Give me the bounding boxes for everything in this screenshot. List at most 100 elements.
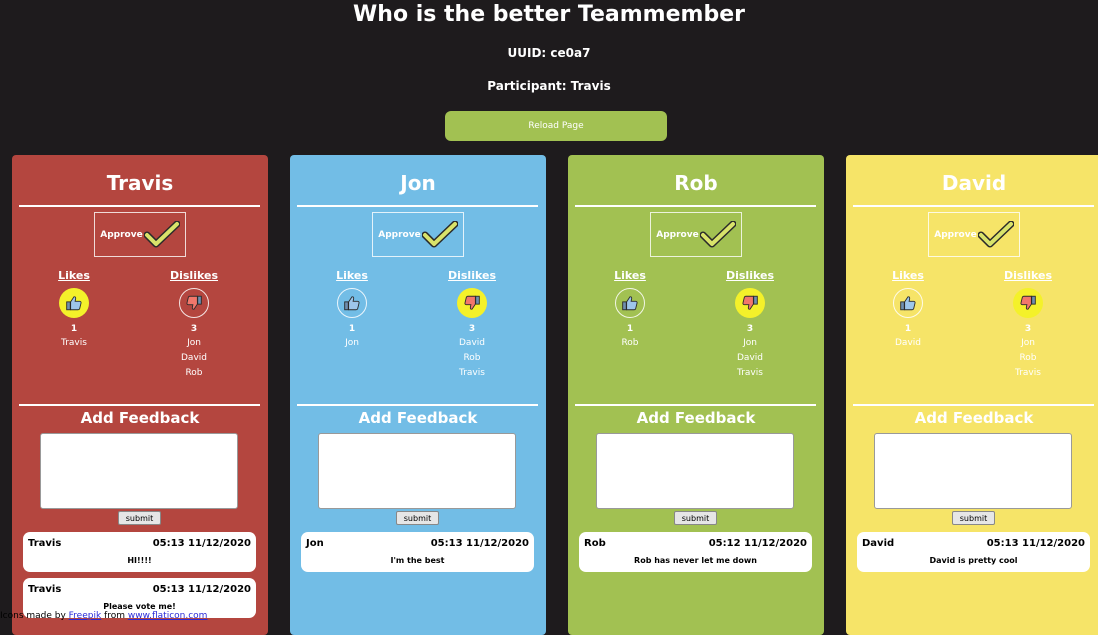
like-button[interactable] [59, 288, 89, 318]
feedback-message: HI!!!! [127, 556, 152, 565]
likes-count: 1 [626, 324, 634, 334]
disliker-name: Jon [743, 338, 757, 348]
check-icon [421, 220, 458, 247]
participant-label: Participant: Travis [487, 79, 611, 93]
like-button[interactable] [337, 288, 367, 318]
approve-button[interactable]: Approve [928, 212, 1020, 257]
dislike-button[interactable] [179, 288, 209, 318]
likes-count: 1 [904, 324, 912, 334]
dislike-button[interactable] [457, 288, 487, 318]
thumbs-up-icon [344, 296, 360, 311]
feedback-author: Jon [306, 538, 324, 549]
feedback-input[interactable] [596, 433, 794, 509]
divider [19, 205, 260, 207]
disliker-name: David [181, 353, 207, 363]
feedback-item: Rob 05:12 11/12/2020 Rob has never let me … [579, 532, 812, 572]
disliker-name: Jon [1021, 338, 1035, 348]
approve-button[interactable]: Approve [94, 212, 186, 257]
approve-label: Approve [100, 229, 143, 240]
disliker-name: Rob [185, 368, 203, 378]
dislikes-heading: Dislikes [447, 269, 497, 282]
member-card-david: David Approve Likes 1 David Dislikes 3 Jon Rob Tr… [846, 155, 1098, 635]
dislikes-count: 3 [746, 324, 754, 334]
dislikes-column: Dislikes 3 Jon Rob Travis [988, 269, 1068, 381]
thumbs-up-icon [66, 296, 82, 311]
check-icon [977, 220, 1014, 247]
dislikes-count: 3 [1024, 324, 1032, 334]
disliker-name: Jon [187, 338, 201, 348]
add-feedback-heading: Add Feedback [636, 409, 756, 427]
approve-button[interactable]: Approve [372, 212, 464, 257]
likes-column: Likes 1 Rob [590, 269, 670, 351]
feedback-time: 05:13 11/12/2020 [152, 584, 251, 595]
add-feedback-heading: Add Feedback [358, 409, 478, 427]
disliker-name: Rob [1019, 353, 1037, 363]
dislikes-column: Dislikes 3 David Rob Travis [432, 269, 512, 381]
feedback-message: Rob has never let me down [634, 556, 757, 565]
submit-button[interactable]: submit [118, 511, 161, 525]
uuid-label: UUID: ce0a7 [507, 46, 591, 60]
likes-heading: Likes [58, 269, 90, 282]
feedback-time: 05:13 11/12/2020 [152, 538, 251, 549]
disliker-name: David [459, 338, 485, 348]
divider [853, 404, 1094, 406]
likes-column: Likes 1 Jon [312, 269, 392, 351]
approve-label: Approve [656, 229, 699, 240]
likes-heading: Likes [614, 269, 646, 282]
thumbs-down-icon [1020, 295, 1036, 310]
member-name: David [941, 171, 1007, 195]
dislikes-heading: Dislikes [725, 269, 775, 282]
likes-column: Likes 1 David [868, 269, 948, 351]
page-title: Who is the better Teammember [353, 2, 745, 27]
dislike-button[interactable] [735, 288, 765, 318]
dislikes-count: 3 [190, 324, 198, 334]
feedback-time: 05:13 11/12/2020 [986, 538, 1085, 549]
feedback-author: Travis [28, 538, 62, 549]
feedback-input[interactable] [874, 433, 1072, 509]
liker-name: Travis [61, 338, 87, 348]
check-icon [699, 220, 736, 247]
submit-button[interactable]: submit [396, 511, 439, 525]
divider [575, 205, 816, 207]
likes-heading: Likes [892, 269, 924, 282]
thumbs-down-icon [742, 295, 758, 310]
like-button[interactable] [615, 288, 645, 318]
feedback-time: 05:12 11/12/2020 [708, 538, 807, 549]
feedback-item: Jon 05:13 11/12/2020 I'm the best [301, 532, 534, 572]
feedback-input[interactable] [40, 433, 238, 509]
dislikes-heading: Dislikes [169, 269, 219, 282]
thumbs-down-icon [464, 295, 480, 310]
divider [297, 205, 538, 207]
disliker-name: Rob [463, 353, 481, 363]
disliker-name: Travis [737, 368, 763, 378]
submit-button[interactable]: submit [952, 511, 995, 525]
divider [297, 404, 538, 406]
feedback-author: David [862, 538, 895, 549]
thumbs-up-icon [900, 296, 916, 311]
dislikes-heading: Dislikes [1003, 269, 1053, 282]
member-card-travis: Travis Approve Likes 1 Travis Dislikes 3 Jon Dav… [12, 155, 268, 635]
disliker-name: Travis [1015, 368, 1041, 378]
member-name: Rob [674, 171, 718, 195]
reload-page-button[interactable]: Reload Page [445, 111, 667, 141]
divider [19, 404, 260, 406]
approve-label: Approve [378, 229, 421, 240]
approve-button[interactable]: Approve [650, 212, 742, 257]
like-button[interactable] [893, 288, 923, 318]
dislikes-count: 3 [468, 324, 476, 334]
dislikes-column: Dislikes 3 Jon David Rob [154, 269, 234, 381]
feedback-item: David 05:13 11/12/2020 David is pretty coo… [857, 532, 1090, 572]
feedback-message: Please vote me! [103, 602, 176, 611]
feedback-message: I'm the best [390, 556, 445, 565]
member-name: Travis [106, 171, 174, 195]
thumbs-up-icon [622, 296, 638, 311]
add-feedback-heading: Add Feedback [80, 409, 200, 427]
submit-button[interactable]: submit [674, 511, 717, 525]
divider [853, 205, 1094, 207]
approve-label: Approve [934, 229, 977, 240]
add-feedback-heading: Add Feedback [914, 409, 1034, 427]
dislike-button[interactable] [1013, 288, 1043, 318]
liker-name: David [895, 338, 921, 348]
feedback-input[interactable] [318, 433, 516, 509]
likes-count: 1 [348, 324, 356, 334]
